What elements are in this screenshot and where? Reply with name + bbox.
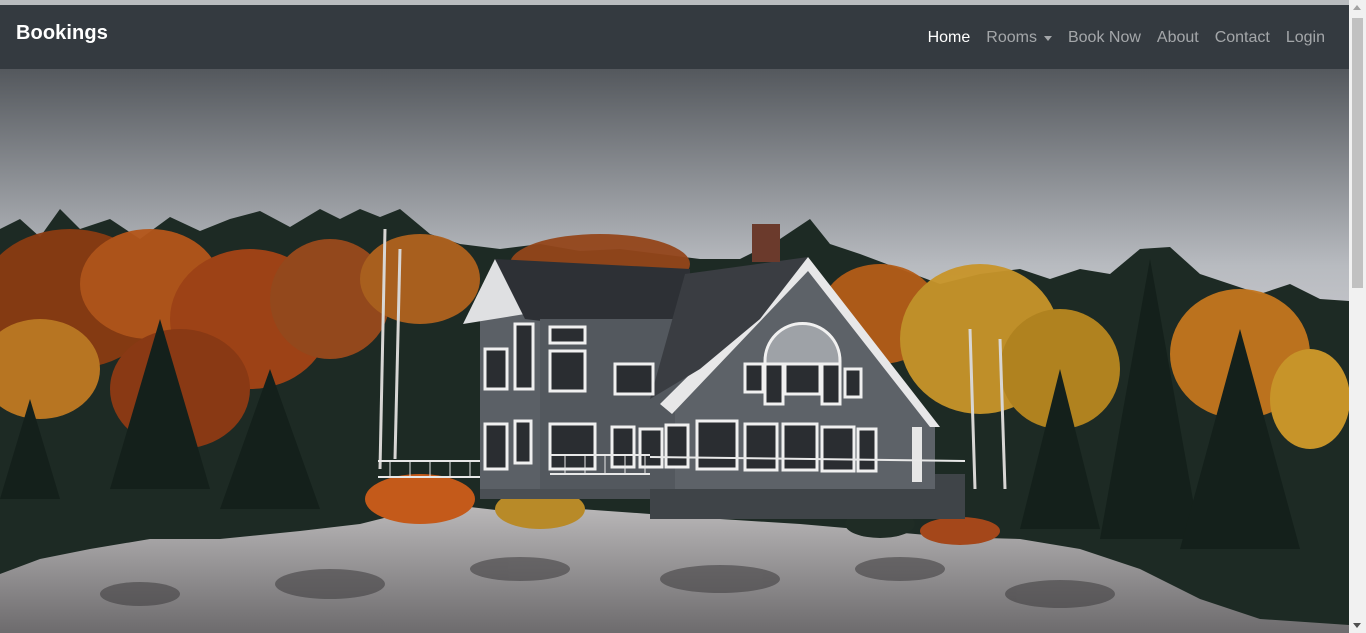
nav-link-rooms-label: Rooms [986,29,1037,46]
nav-links: Home Rooms Book Now About Contact Login [920,25,1333,51]
navbar: Bookings Home Rooms Book Now About Conta… [0,5,1349,69]
vertical-scrollbar[interactable] [1349,0,1366,633]
scroll-up-arrow-icon[interactable] [1353,5,1361,10]
page: Bookings Home Rooms Book Now About Conta… [0,0,1366,633]
navbar-brand[interactable]: Bookings [16,22,108,45]
nav-link-about[interactable]: About [1149,25,1207,51]
nav-link-rooms-dropdown[interactable]: Rooms [978,25,1060,51]
nav-link-contact[interactable]: Contact [1207,25,1278,51]
nav-link-home[interactable]: Home [920,25,979,51]
hero-image [0,69,1349,633]
nav-link-book-now[interactable]: Book Now [1060,25,1149,51]
hero-house-illustration [0,69,1349,633]
nav-link-login[interactable]: Login [1278,25,1333,51]
caret-down-icon [1043,35,1052,41]
scrollbar-thumb[interactable] [1352,18,1363,288]
scroll-down-arrow-icon[interactable] [1353,623,1361,628]
